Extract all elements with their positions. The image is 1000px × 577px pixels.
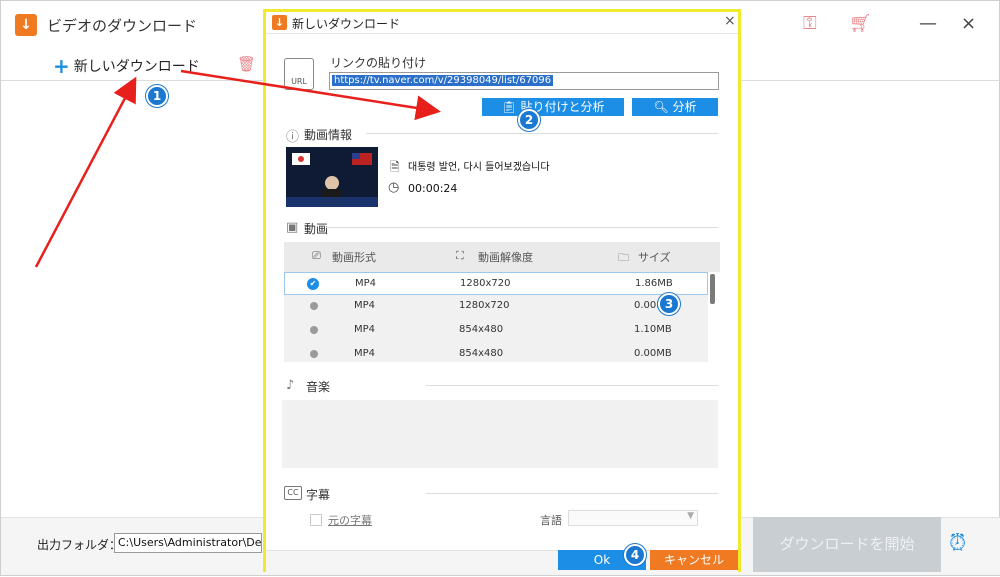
step-badge-3: 3 [658,293,680,315]
step-badge-2: 2 [518,109,540,131]
step-badge-1: 1 [146,85,168,107]
step-badge-4: 4 [624,544,646,566]
annotation-arrow [180,69,441,121]
annotation-arrow [34,76,137,268]
app-window: ↓ ビデオのダウンロード ⚿ 🛒︎ — × + 新しいダウンロード 🗑︎ 出力フォ… [0,0,1000,576]
